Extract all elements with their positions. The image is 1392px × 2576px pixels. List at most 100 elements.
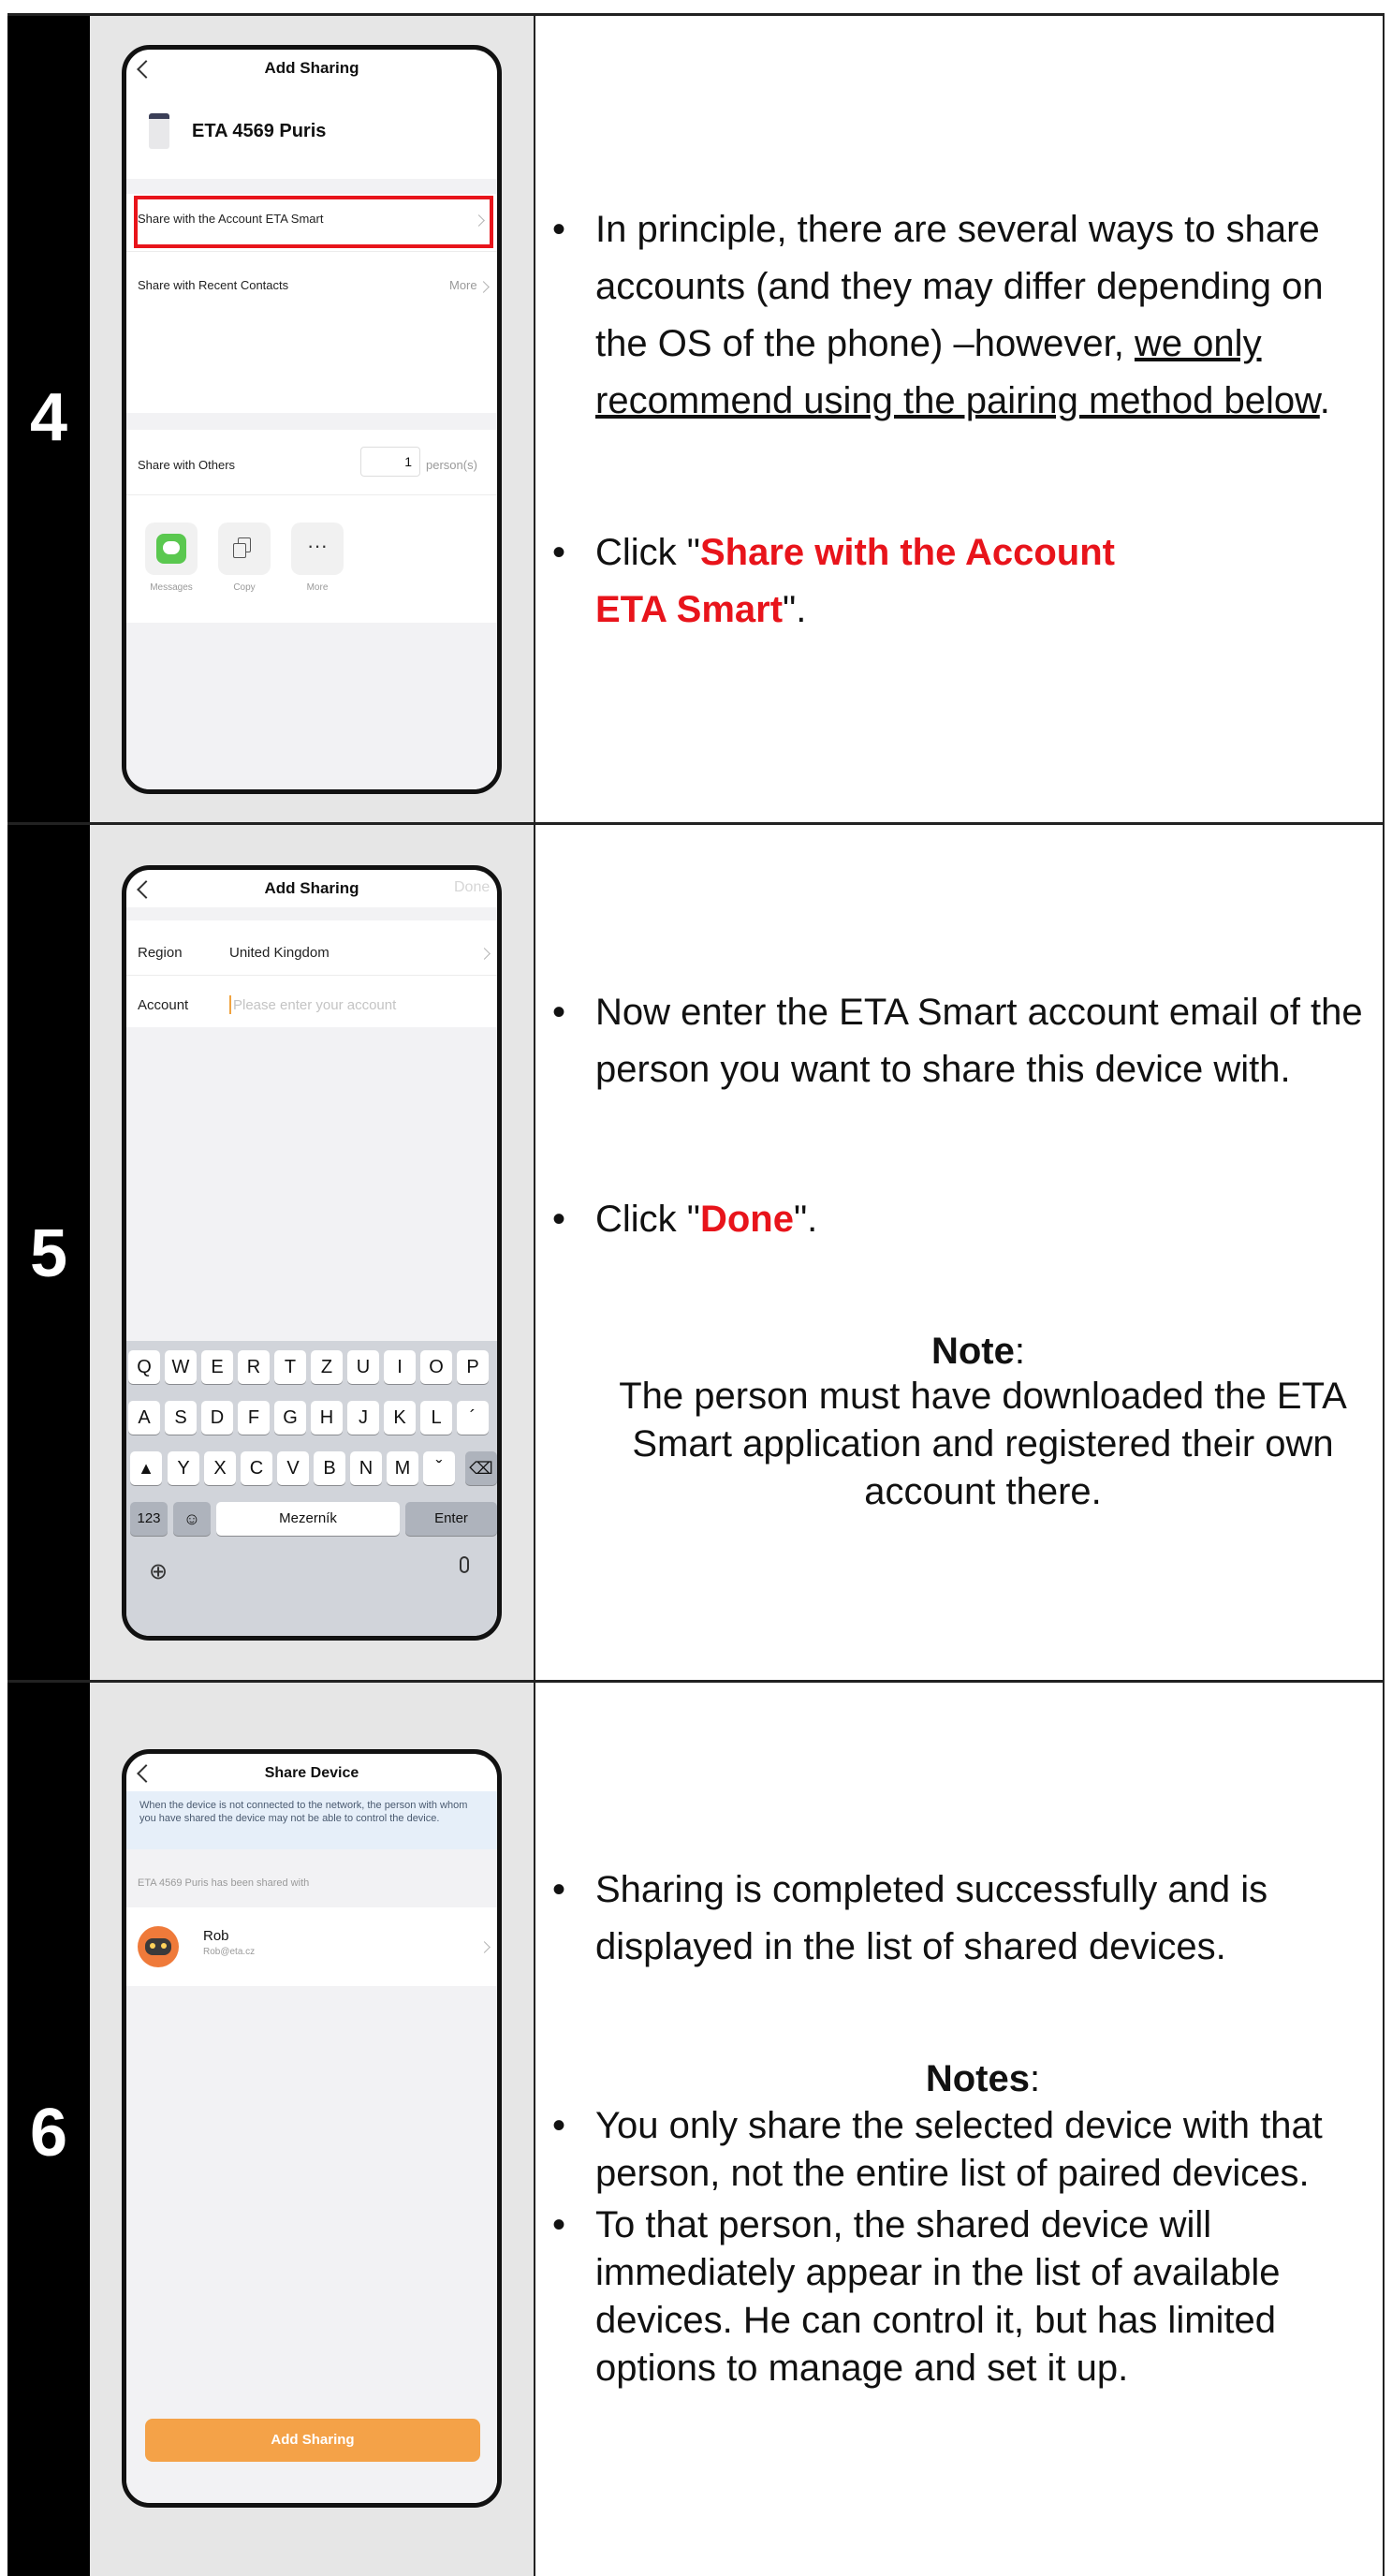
app-label: Messages [150, 582, 193, 593]
screen-title: Add Sharing [264, 879, 359, 897]
key-7[interactable]: ˇ [423, 1451, 455, 1485]
messages-icon [156, 534, 186, 564]
more-app-button[interactable]: ··· [291, 523, 344, 575]
divider [126, 975, 497, 976]
step-number: 5 [29, 1216, 68, 1291]
step-number: 6 [29, 2096, 68, 2171]
key-l[interactable]: L [420, 1401, 452, 1435]
key-3[interactable]: V [277, 1451, 309, 1485]
notes-title: Notes: [590, 2051, 1376, 2108]
emoji-key[interactable]: ☺ [173, 1502, 211, 1536]
step-number: 4 [29, 380, 68, 455]
key-d[interactable]: D [201, 1401, 233, 1435]
key-s[interactable]: S [165, 1401, 197, 1435]
divider [126, 251, 497, 252]
bullet-dot: • [552, 2105, 566, 2146]
key-2[interactable]: C [241, 1451, 272, 1485]
more-dots-icon: ··· [307, 534, 328, 557]
key-4[interactable]: B [314, 1451, 345, 1485]
key-k[interactable]: K [384, 1401, 416, 1435]
key-1[interactable]: X [204, 1451, 236, 1485]
user-name[interactable]: Rob [203, 1928, 229, 1944]
note-body: The person must have downloaded the ETA … [619, 1376, 1347, 1512]
eye [161, 1943, 167, 1949]
text-span: : [1030, 2058, 1041, 2099]
key-´[interactable]: ´ [457, 1401, 489, 1435]
key-w[interactable]: W [165, 1350, 197, 1384]
step5-instruction-1: Now enter the ETA Smart account email of… [595, 992, 1363, 1090]
bullet-dot: • [552, 532, 566, 573]
key-6[interactable]: M [387, 1451, 418, 1485]
microphone-icon[interactable] [460, 1556, 469, 1573]
phone-screen-share-device: Share Device When the device is not conn… [122, 1749, 502, 2508]
key-z[interactable]: Z [311, 1350, 343, 1384]
shift-icon: ▲ [138, 1459, 154, 1478]
globe-icon[interactable]: ⊕ [149, 1558, 168, 1585]
empty-area [126, 623, 497, 789]
chevron-right-icon [478, 948, 491, 960]
share-with-others-label: Share with Others [138, 458, 236, 472]
backspace-key[interactable]: ⌫ [465, 1451, 497, 1485]
table-border-top [7, 13, 1385, 16]
robot-face-icon [145, 1938, 171, 1955]
user-email: Rob@eta.cz [203, 1947, 256, 1957]
key-5[interactable]: N [350, 1451, 382, 1485]
key-o[interactable]: O [420, 1350, 452, 1384]
note-item-2: To that person, the shared device will i… [595, 2204, 1281, 2389]
key-q[interactable]: Q [128, 1350, 160, 1384]
share-with-account-option[interactable]: Share with the Account ETA Smart [138, 212, 323, 226]
device-name: ETA 4569 Puris [192, 121, 327, 141]
copy-app-button[interactable] [218, 523, 271, 575]
bullet-dot: • [552, 1199, 566, 1240]
step5-instruction-2: Click "Done". [595, 1191, 1251, 1248]
eye [150, 1943, 155, 1949]
phone-screen-add-sharing: Add Sharing ETA 4569 Puris Share with th… [122, 45, 502, 794]
add-sharing-button[interactable]: Add Sharing [145, 2419, 480, 2462]
shared-with-label: ETA 4569 Puris has been shared with [138, 1877, 310, 1889]
key-j[interactable]: J [347, 1401, 379, 1435]
region-value[interactable]: United Kingdom [229, 945, 330, 961]
more-link[interactable]: More [449, 278, 477, 292]
table-divider-5-6 [7, 1680, 1385, 1683]
table-border-right [1383, 13, 1385, 2576]
app-label: Copy [233, 582, 256, 593]
user-avatar [138, 1926, 179, 1967]
key-u[interactable]: U [347, 1350, 379, 1384]
copy-icon-back [233, 543, 246, 558]
key-a[interactable]: A [128, 1401, 160, 1435]
key-h[interactable]: H [311, 1401, 343, 1435]
app-label: More [306, 582, 329, 593]
screen-title: Add Sharing [264, 59, 359, 77]
person-count-input[interactable]: 1 [360, 447, 420, 477]
enter-key[interactable]: Enter [405, 1502, 497, 1536]
emoji-icon: ☺ [183, 1509, 201, 1528]
text-span: Click " [595, 532, 700, 573]
table-divider-4-5 [7, 822, 1385, 825]
key-r[interactable]: R [238, 1350, 270, 1384]
empty-area [126, 1027, 497, 1341]
divider [126, 494, 497, 495]
key-0[interactable]: Y [168, 1451, 199, 1485]
chevron-right-icon [477, 281, 490, 293]
bullet-dot: • [552, 992, 566, 1033]
bullet-dot: • [552, 209, 566, 250]
key-p[interactable]: P [457, 1350, 489, 1384]
key-i[interactable]: I [384, 1350, 416, 1384]
step6-instruction-1: Sharing is completed successfully and is… [595, 1869, 1268, 1967]
done-button[interactable]: Done [454, 879, 490, 896]
key-f[interactable]: F [238, 1401, 270, 1435]
space-key[interactable]: Mezerník [216, 1502, 400, 1536]
share-with-recent-contacts[interactable]: Share with Recent Contacts [138, 278, 288, 292]
note-title: Note: [590, 1323, 1367, 1380]
key-t[interactable]: T [274, 1350, 306, 1384]
step4-instruction-1: In principle, there are several ways to … [595, 201, 1372, 430]
key-g[interactable]: G [274, 1401, 306, 1435]
account-input[interactable]: Please enter your account [233, 997, 396, 1013]
note-title-bold: Note [930, 1331, 1015, 1372]
text-span: . [1319, 380, 1330, 421]
key-e[interactable]: E [201, 1350, 233, 1384]
messages-app-button[interactable] [145, 523, 198, 575]
shift-key[interactable]: ▲ [130, 1451, 162, 1485]
separator [126, 907, 497, 920]
numbers-key[interactable]: 123 [130, 1502, 168, 1536]
